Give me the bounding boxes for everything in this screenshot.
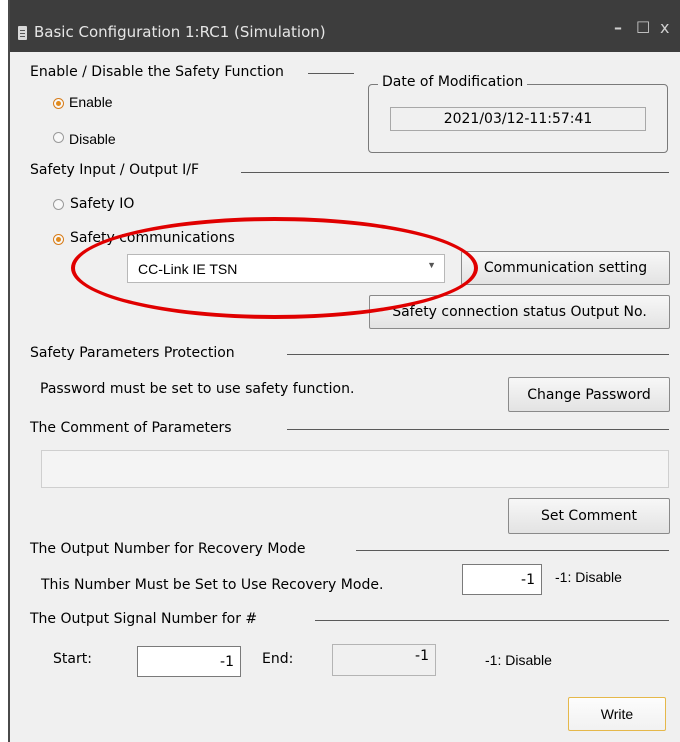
safety-communications-radio[interactable] bbox=[53, 234, 64, 245]
protocol-select-value: CC-Link IE TSN bbox=[138, 261, 238, 277]
basic-configuration-window: Basic Configuration 1:RC1 (Simulation) –… bbox=[8, 0, 680, 742]
safety-communications-label: Safety communications bbox=[70, 230, 235, 246]
divider bbox=[287, 354, 669, 355]
io-interface-heading: Safety Input / Output I/F bbox=[30, 162, 200, 178]
divider bbox=[356, 550, 669, 551]
start-label: Start: bbox=[53, 651, 92, 667]
window-title: Basic Configuration 1:RC1 (Simulation) bbox=[34, 23, 326, 41]
comment-field[interactable] bbox=[41, 450, 669, 488]
close-button[interactable]: x bbox=[660, 18, 669, 37]
enable-radio[interactable] bbox=[53, 98, 64, 109]
end-input[interactable]: -1 bbox=[332, 644, 436, 676]
password-required-message: Password must be set to use safety funct… bbox=[40, 381, 355, 397]
recovery-mode-output-input[interactable]: -1 bbox=[462, 564, 542, 595]
set-comment-button[interactable]: Set Comment bbox=[508, 498, 670, 534]
safety-io-label: Safety IO bbox=[70, 196, 135, 212]
safety-io-radio[interactable] bbox=[53, 199, 64, 210]
write-button[interactable]: Write bbox=[568, 697, 666, 731]
communication-setting-button[interactable]: Communication setting bbox=[461, 251, 670, 285]
disable-radio[interactable] bbox=[53, 132, 64, 143]
output-signal-heading: The Output Signal Number for # bbox=[30, 611, 258, 627]
recovery-mode-message: This Number Must be Set to Use Recovery … bbox=[41, 577, 384, 593]
output-signal-hint: -1: Disable bbox=[485, 652, 552, 668]
divider bbox=[241, 172, 669, 173]
modification-date-field: 2021/03/12-11:57:41 bbox=[390, 107, 646, 131]
divider bbox=[315, 620, 669, 621]
start-input[interactable]: -1 bbox=[137, 646, 241, 677]
title-bar[interactable]: Basic Configuration 1:RC1 (Simulation) –… bbox=[10, 0, 680, 52]
safety-connection-status-output-button[interactable]: Safety connection status Output No. bbox=[369, 295, 670, 329]
disable-label: Disable bbox=[69, 131, 116, 147]
divider bbox=[308, 73, 354, 74]
recovery-mode-heading: The Output Number for Recovery Mode bbox=[30, 541, 306, 557]
enable-label: Enable bbox=[69, 94, 113, 110]
end-label: End: bbox=[262, 651, 294, 667]
recovery-mode-hint: -1: Disable bbox=[555, 569, 622, 585]
document-icon bbox=[18, 26, 27, 40]
comment-heading: The Comment of Parameters bbox=[30, 420, 232, 436]
safety-function-heading: Enable / Disable the Safety Function bbox=[30, 64, 284, 80]
chevron-down-icon: ▼ bbox=[427, 260, 436, 270]
date-of-modification-heading: Date of Modification bbox=[378, 74, 528, 90]
parameters-protection-heading: Safety Parameters Protection bbox=[30, 345, 235, 361]
protocol-select[interactable]: CC-Link IE TSN ▼ bbox=[127, 254, 445, 283]
change-password-button[interactable]: Change Password bbox=[508, 377, 670, 412]
maximize-button[interactable]: □ bbox=[636, 17, 650, 35]
minimize-button[interactable]: – bbox=[614, 18, 622, 37]
divider bbox=[287, 429, 669, 430]
